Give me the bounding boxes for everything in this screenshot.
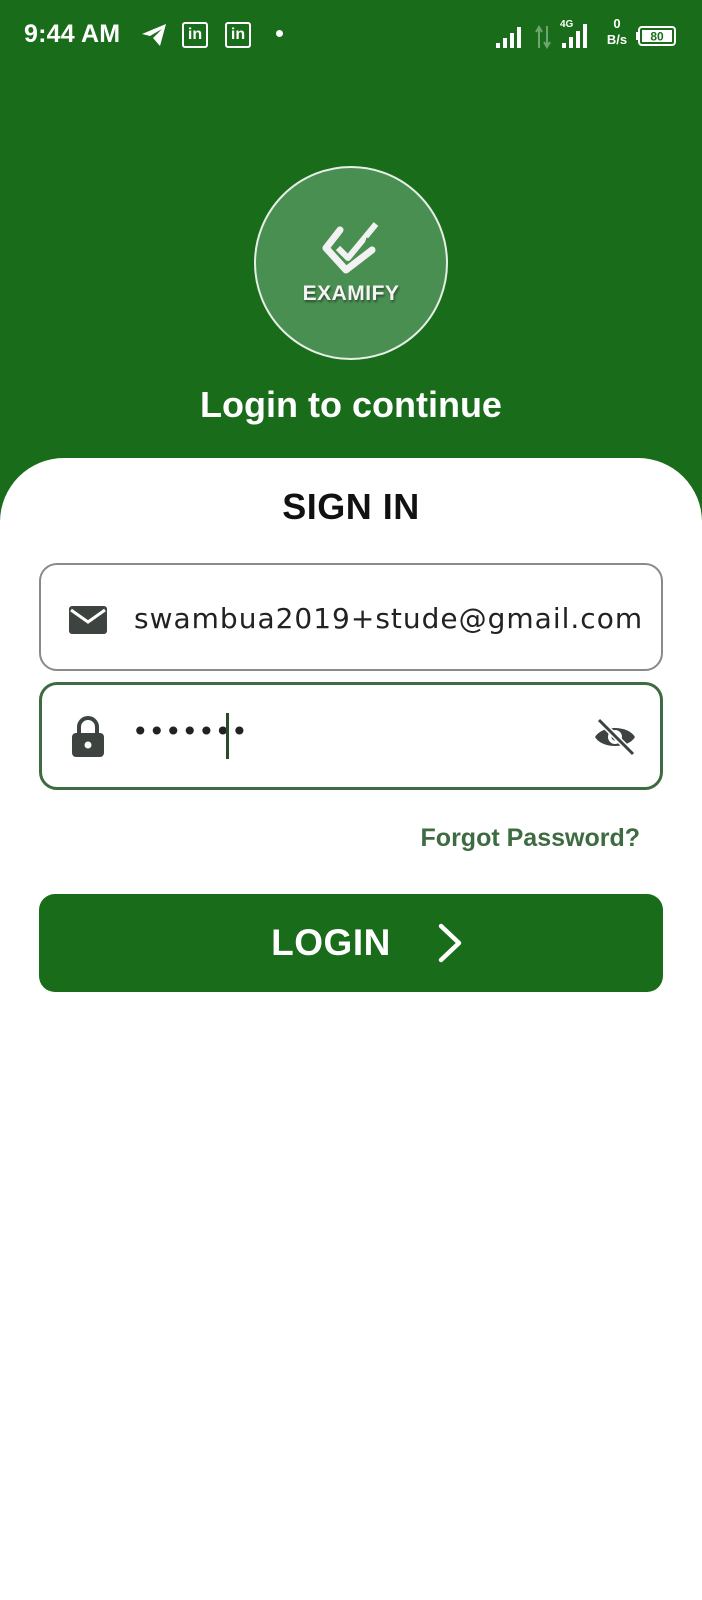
status-time: 9:44 AM — [24, 20, 121, 48]
data-transfer-icon — [535, 25, 551, 49]
app-logo: EXAMIFY — [254, 166, 448, 360]
lock-icon — [72, 716, 104, 757]
password-field[interactable]: ••••••• — [39, 682, 663, 790]
linkedin-icon: in — [182, 22, 208, 48]
form-title: SIGN IN — [282, 486, 420, 527]
network-speed-value: 0 — [613, 16, 621, 31]
forgot-password-link[interactable]: Forgot Password? — [421, 824, 640, 853]
svg-text:4G: 4G — [560, 19, 574, 30]
chevron-right-icon — [438, 923, 462, 963]
login-button[interactable]: LOGIN — [39, 894, 663, 992]
linkedin-icon: in — [225, 22, 251, 48]
status-bar: 9:44 AM in in 4G 0 B/s 80 — [0, 0, 702, 72]
password-input-value[interactable]: ••••••• — [132, 715, 248, 748]
svg-text:80: 80 — [650, 30, 664, 44]
signal-strength-4g-icon: 4G — [560, 19, 587, 48]
telegram-icon — [142, 24, 166, 46]
text-cursor — [226, 713, 229, 759]
mail-icon — [69, 606, 107, 634]
eye-off-icon[interactable] — [592, 717, 638, 757]
signal-strength-icon — [496, 27, 521, 48]
network-speed: 0 B/s — [604, 16, 630, 48]
email-input-value[interactable]: swambua2019+stude@gmail.com — [134, 602, 643, 635]
checkmark-logo-icon — [322, 222, 379, 274]
network-speed-unit: B/s — [606, 32, 628, 47]
more-notifications-dot-icon — [276, 30, 283, 37]
battery-icon: 80 — [636, 26, 676, 46]
login-button-label: LOGIN — [271, 922, 391, 963]
page-title: Login to continue — [200, 384, 502, 425]
logo-text: EXAMIFY — [302, 282, 400, 305]
email-field[interactable]: swambua2019+stude@gmail.com — [39, 563, 663, 671]
